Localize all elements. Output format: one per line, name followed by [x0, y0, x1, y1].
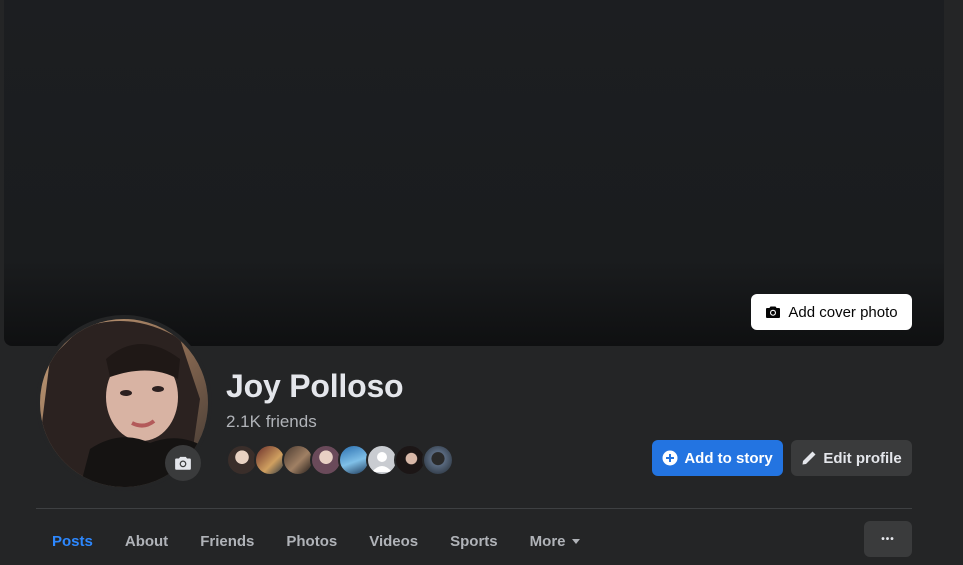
plus-circle-icon	[662, 450, 678, 466]
tab-about[interactable]: About	[109, 521, 184, 561]
tab-posts[interactable]: Posts	[36, 521, 109, 561]
profile-page: Add cover photo Joy Polloso 2.1K friends…	[0, 0, 963, 565]
friend-avatars	[226, 444, 454, 476]
edit-profile-label: Edit profile	[823, 449, 902, 467]
tab-label: More	[529, 532, 566, 550]
ellipsis-icon: •••	[881, 533, 895, 545]
update-profile-picture-button[interactable]	[165, 445, 201, 481]
camera-icon	[175, 456, 191, 470]
profile-name: Joy Polloso	[226, 368, 404, 404]
tab-label: Photos	[286, 532, 338, 550]
add-cover-photo-button[interactable]: Add cover photo	[751, 294, 912, 330]
tab-photos[interactable]: Photos	[270, 521, 353, 561]
tab-friends[interactable]: Friends	[184, 521, 270, 561]
tab-label: Posts	[52, 532, 93, 550]
tab-label: Videos	[369, 532, 419, 550]
tab-label: About	[124, 532, 169, 550]
tab-sports[interactable]: Sports	[434, 521, 514, 561]
add-to-story-button[interactable]: Add to story	[652, 440, 783, 476]
pencil-icon	[802, 451, 816, 465]
edit-profile-button[interactable]: Edit profile	[791, 440, 912, 476]
caret-down-icon	[571, 538, 580, 544]
add-to-story-label: Add to story	[684, 449, 773, 467]
default-user-icon	[372, 452, 392, 472]
add-cover-photo-label: Add cover photo	[788, 303, 898, 321]
tab-label: Friends	[200, 532, 255, 550]
friends-count-link[interactable]: 2.1K friends	[226, 412, 317, 432]
tab-label: Sports	[450, 532, 498, 550]
profile-tabs: Posts About Friends Photos Videos Sports…	[36, 521, 596, 561]
friend-avatar[interactable]	[422, 444, 454, 476]
more-options-button[interactable]: •••	[864, 521, 912, 557]
divider	[36, 508, 912, 509]
tab-videos[interactable]: Videos	[353, 521, 434, 561]
camera-icon	[766, 306, 781, 318]
tab-more[interactable]: More	[514, 521, 596, 561]
